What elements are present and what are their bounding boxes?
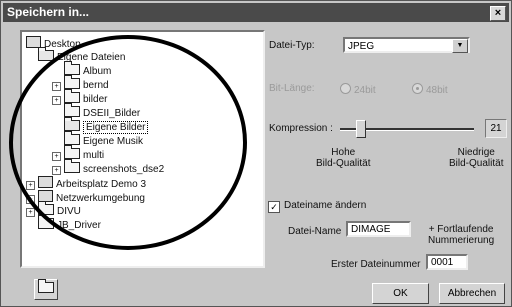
tree-item-label: JB_Driver: [57, 220, 101, 231]
file-type-label: Datei-Typ:: [269, 40, 315, 51]
folder-icon: [64, 75, 80, 89]
tree-item-arbeitsplatz[interactable]: + Arbeitsplatz Demo 3: [26, 176, 147, 190]
compression-label: Kompression :: [269, 123, 333, 134]
filename-input[interactable]: DIMAGE: [346, 221, 411, 237]
save-dialog: Speichern in... × Desktop Eigene Dateien…: [0, 0, 512, 307]
folder-icon: [64, 131, 80, 145]
first-number-label: Erster Dateinummer: [331, 259, 421, 270]
bit-24-label: 24bit: [354, 85, 376, 96]
tree-item-label: bilder: [83, 94, 108, 105]
folder-open-icon: [38, 47, 54, 61]
tree-item-label: Eigene Musik: [83, 136, 144, 147]
expand-icon[interactable]: +: [52, 96, 61, 105]
tree-item-dseii-bilder[interactable]: DSEII_Bilder: [64, 103, 141, 119]
rename-checkbox[interactable]: ✓: [268, 201, 280, 213]
bit-48-label: 48bit: [426, 85, 448, 96]
tree-item-jb-driver[interactable]: JB_Driver: [38, 215, 101, 231]
expand-icon[interactable]: +: [26, 208, 35, 217]
first-number-input[interactable]: 0001: [426, 254, 468, 270]
file-type-value: JPEG: [348, 41, 375, 52]
computer-icon: [38, 176, 53, 188]
numbering-label: + Fortlaufende Nummerierung: [428, 224, 495, 246]
tree-item-label: Arbeitsplatz Demo 3: [56, 179, 147, 190]
folder-icon: [64, 159, 80, 173]
tree-item-desktop[interactable]: Desktop: [26, 36, 81, 50]
folder-icon: [38, 215, 54, 229]
tree-item-label: Desktop: [44, 39, 81, 50]
chevron-down-icon[interactable]: ▼: [452, 39, 468, 53]
tree-item-eigene-dateien[interactable]: Eigene Dateien: [38, 47, 125, 63]
folder-tree[interactable]: Desktop Eigene Dateien Album + bernd + bil…: [20, 30, 265, 268]
tree-item-multi[interactable]: + multi: [52, 145, 105, 161]
title-bar: Speichern in... ×: [3, 3, 509, 22]
rename-label: Dateiname ändern: [284, 200, 367, 211]
tree-item-label: Album: [83, 66, 112, 77]
tree-item-label: DSEII_Bilder: [83, 108, 141, 119]
tree-item-label: Netzwerkumgebung: [56, 193, 145, 204]
tree-item-bernd[interactable]: + bernd: [52, 75, 109, 91]
radio-selected-icon: [412, 83, 423, 94]
close-button[interactable]: ×: [490, 6, 506, 21]
tree-item-bilder[interactable]: + bilder: [52, 89, 108, 105]
tree-item-eigene-bilder[interactable]: Eigene Bilder: [64, 117, 149, 134]
tree-item-label: bernd: [83, 80, 109, 91]
expand-icon[interactable]: +: [26, 195, 35, 204]
high-quality-label: Hohe Bild-Qualität: [316, 147, 371, 169]
ok-button[interactable]: OK: [372, 283, 429, 304]
expand-icon[interactable]: +: [26, 181, 35, 190]
cancel-button[interactable]: Abbrechen: [439, 283, 505, 304]
folder-icon: [64, 145, 80, 159]
new-folder-icon: [38, 279, 54, 293]
expand-icon[interactable]: +: [52, 82, 61, 91]
tree-item-divu[interactable]: + DIVU: [26, 201, 81, 217]
expand-icon[interactable]: +: [52, 166, 61, 175]
tree-item-label: DIVU: [57, 206, 81, 217]
tree-item-label: Eigene Bilder: [83, 121, 149, 134]
bit-24-option: 24bit: [340, 83, 376, 96]
tree-item-screenshots-dse2[interactable]: + screenshots_dse2: [52, 159, 165, 175]
folder-icon: [64, 61, 80, 75]
low-quality-label: Niedrige Bild-Qualität: [449, 147, 504, 169]
bit-48-option: 48bit: [412, 83, 448, 96]
expand-icon[interactable]: +: [52, 152, 61, 161]
tree-item-label: screenshots_dse2: [83, 164, 165, 175]
dialog-title: Speichern in...: [7, 5, 90, 19]
compression-slider-thumb[interactable]: [356, 120, 366, 138]
compression-value: 21: [485, 119, 507, 138]
filename-label: Datei-Name: [288, 226, 342, 237]
folder-open-icon: [64, 117, 80, 131]
tree-item-eigene-musik[interactable]: Eigene Musik: [64, 131, 144, 147]
folder-icon: [38, 201, 54, 215]
folder-icon: [64, 89, 80, 103]
folder-icon: [64, 103, 80, 117]
file-type-select[interactable]: JPEG ▼: [343, 37, 470, 53]
new-folder-button[interactable]: [34, 279, 58, 300]
radio-icon: [340, 83, 351, 94]
tree-item-label: multi: [83, 150, 105, 161]
bit-depth-label: Bit-Länge:: [269, 83, 315, 94]
